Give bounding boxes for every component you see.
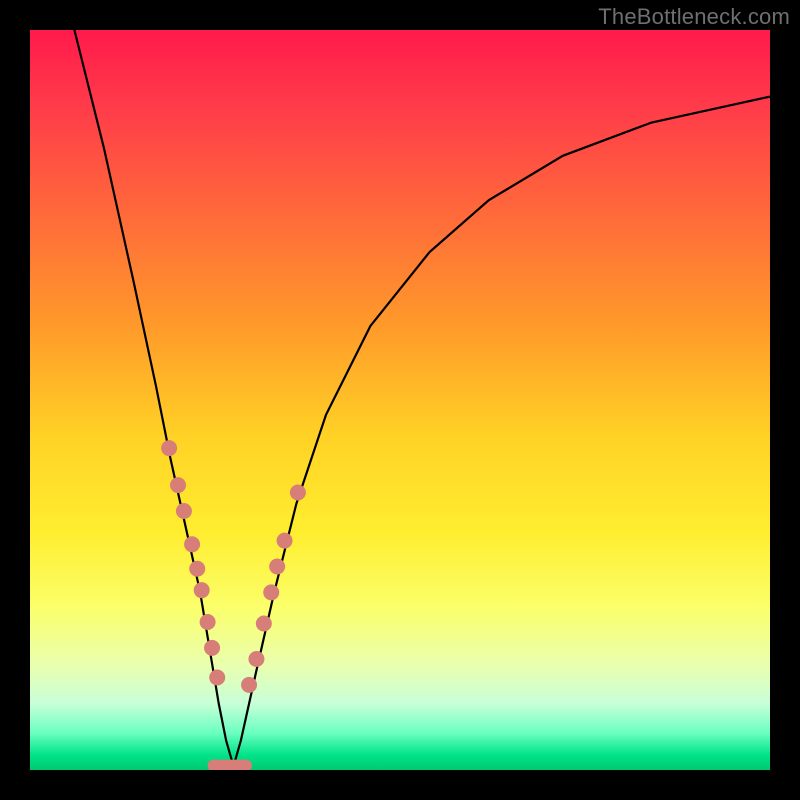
marker-dot	[189, 561, 205, 577]
marker-dot	[263, 584, 279, 600]
chart-frame: TheBottleneck.com	[0, 0, 800, 800]
marker-dot	[277, 533, 293, 549]
bottleneck-curve	[74, 30, 770, 766]
marker-dot	[200, 614, 216, 630]
marker-dot	[176, 503, 192, 519]
marker-dot	[161, 440, 177, 456]
marker-dots	[161, 440, 306, 693]
marker-dot	[290, 485, 306, 501]
marker-dot	[269, 559, 285, 575]
trough-capsule	[208, 760, 252, 770]
marker-dot	[248, 651, 264, 667]
marker-dot	[170, 477, 186, 493]
marker-dot	[184, 536, 200, 552]
marker-dot	[204, 640, 220, 656]
curve-svg	[30, 30, 770, 770]
plot-area	[30, 30, 770, 770]
watermark-text: TheBottleneck.com	[598, 4, 790, 30]
marker-dot	[209, 670, 225, 686]
marker-dot	[256, 615, 272, 631]
marker-dot	[194, 582, 210, 598]
marker-dot	[241, 677, 257, 693]
